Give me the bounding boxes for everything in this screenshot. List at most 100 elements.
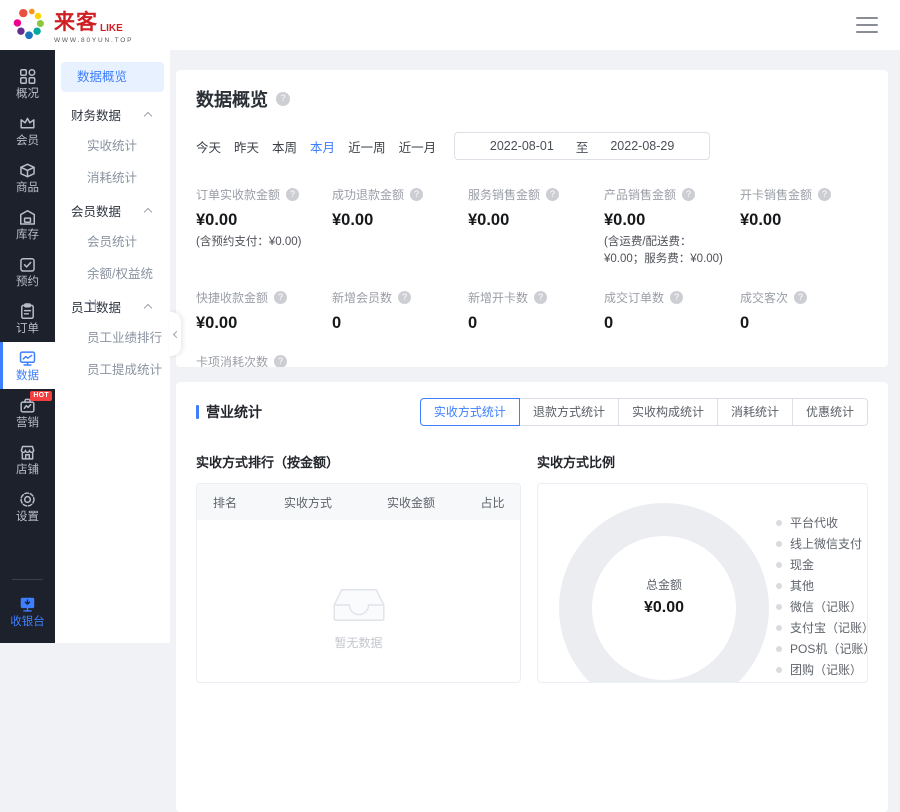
stat-value: ¥0.00 bbox=[196, 211, 324, 230]
section-title: 营业统计 bbox=[196, 402, 262, 422]
column-header-1: 实收方式 bbox=[259, 494, 357, 511]
donut-center-label: 总金额 ¥0.00 bbox=[604, 576, 724, 617]
legend-item-1[interactable]: 线上微信支付 bbox=[776, 533, 868, 554]
stat-product-sales: 产品销售金额¥0.00(含运费/配送费：¥0.00；服务费：¥0.00) bbox=[604, 186, 732, 269]
submenu-item-revenue-stats[interactable]: 实收统计 bbox=[61, 130, 164, 162]
legend-dot-icon bbox=[776, 541, 782, 547]
filter-yesterday[interactable]: 昨天 bbox=[234, 137, 259, 156]
submenu-item-staff-ranking[interactable]: 员工业绩排行 bbox=[61, 322, 164, 354]
legend-dot-icon bbox=[776, 625, 782, 631]
empty-state: 暂无数据 bbox=[332, 584, 386, 651]
page-title: 数据概览 bbox=[196, 86, 268, 112]
submenu-item-consumption-stats[interactable]: 消耗统计 bbox=[61, 162, 164, 194]
help-icon[interactable] bbox=[410, 188, 423, 201]
empty-text: 暂无数据 bbox=[334, 634, 382, 651]
stat-deal-customers: 成交客次0 bbox=[740, 289, 868, 333]
legend-item-7[interactable]: 团购（记账） bbox=[776, 659, 868, 680]
submenu-item-member-group[interactable]: 会员数据 bbox=[61, 194, 164, 226]
help-icon[interactable] bbox=[398, 291, 411, 304]
tab-refund-method[interactable]: 退款方式统计 bbox=[519, 398, 619, 426]
legend-item-0[interactable]: 平台代收 bbox=[776, 512, 868, 533]
sidebar-item-booking[interactable]: 预约 bbox=[0, 248, 55, 295]
sidebar-item-overview[interactable]: 概况 bbox=[0, 60, 55, 107]
overview-panel: 数据概览 今天昨天本周本月近一周近一月 2022-08-01 至 2022-08… bbox=[176, 70, 888, 367]
end-date[interactable]: 2022-08-29 bbox=[610, 139, 674, 153]
tab-discount[interactable]: 优惠统计 bbox=[792, 398, 868, 426]
chevron-up-icon bbox=[144, 207, 152, 215]
stat-new-cards: 新增开卡数0 bbox=[468, 289, 596, 333]
legend-dot-icon bbox=[776, 520, 782, 526]
sidebar-item-orders[interactable]: 订单 bbox=[0, 295, 55, 342]
help-icon[interactable] bbox=[818, 188, 831, 201]
help-icon[interactable] bbox=[286, 188, 299, 201]
filter-this-month[interactable]: 本月 bbox=[310, 137, 335, 156]
help-icon[interactable] bbox=[794, 291, 807, 304]
tab-revenue-composition[interactable]: 实收构成统计 bbox=[618, 398, 718, 426]
cashier-icon bbox=[18, 595, 37, 614]
column-header-2: 实收金额 bbox=[357, 494, 465, 511]
date-separator: 至 bbox=[576, 137, 589, 156]
help-icon[interactable] bbox=[276, 92, 290, 106]
filter-last-month[interactable]: 近一月 bbox=[399, 137, 437, 156]
legend-item-2[interactable]: 现金 bbox=[776, 554, 868, 575]
sidebar-item-members[interactable]: 会员 bbox=[0, 107, 55, 154]
column-header-0: 排名 bbox=[197, 494, 259, 511]
submenu-item-data-overview[interactable]: 数据概览 bbox=[61, 62, 164, 92]
stat-tabs: 实收方式统计退款方式统计实收构成统计消耗统计优惠统计 bbox=[420, 398, 868, 426]
submenu-item-staff-group[interactable]: 员工数据 bbox=[61, 290, 164, 322]
primary-sidebar-bottom: 收银台 bbox=[0, 575, 55, 643]
help-icon[interactable] bbox=[274, 291, 287, 304]
date-range-picker[interactable]: 2022-08-01 至 2022-08-29 bbox=[454, 132, 710, 160]
stat-value: 0 bbox=[740, 314, 868, 333]
filter-this-week[interactable]: 本周 bbox=[272, 137, 297, 156]
sidebar-item-settings[interactable]: 设置 bbox=[0, 483, 55, 530]
primary-sidebar-items: 概况会员商品库存预约订单数据营销HOT店铺设置 bbox=[0, 60, 55, 530]
sidebar-item-inventory[interactable]: 库存 bbox=[0, 201, 55, 248]
sidebar-item-goods[interactable]: 商品 bbox=[0, 154, 55, 201]
legend-dot-icon bbox=[776, 667, 782, 673]
tab-payment-method[interactable]: 实收方式统计 bbox=[420, 398, 520, 426]
help-icon[interactable] bbox=[274, 355, 287, 368]
filter-today[interactable]: 今天 bbox=[196, 137, 221, 156]
shop-store-icon bbox=[18, 443, 37, 462]
legend-dot-icon bbox=[776, 646, 782, 652]
submenu-item-balance-stats[interactable]: 余额/权益统计 bbox=[61, 258, 164, 290]
brand-name: 来客 bbox=[54, 6, 98, 36]
stat-value: 0 bbox=[332, 314, 460, 333]
chevron-left-icon bbox=[172, 330, 179, 337]
submenu-item-finance-group[interactable]: 财务数据 bbox=[61, 98, 164, 130]
sidebar-divider bbox=[12, 579, 43, 580]
stat-new-members: 新增会员数0 bbox=[332, 289, 460, 333]
stats-grid: 订单实收款金额¥0.00(含预约支付：¥0.00)成功退款金额¥0.00服务销售… bbox=[196, 186, 868, 367]
sidebar-item-marketing[interactable]: 营销HOT bbox=[0, 389, 55, 436]
primary-sidebar: 概况会员商品库存预约订单数据营销HOT店铺设置 收银台 bbox=[0, 50, 55, 643]
stat-value: ¥0.00 bbox=[604, 211, 732, 230]
settings-gear-icon bbox=[18, 490, 37, 509]
section-title-bar bbox=[196, 405, 199, 419]
stat-value: ¥0.00 bbox=[196, 314, 324, 333]
sidebar-item-data[interactable]: 数据 bbox=[0, 342, 55, 389]
secondary-sidebar: 数据概览财务数据实收统计消耗统计会员数据会员统计余额/权益统计员工数据员工业绩排… bbox=[55, 50, 170, 643]
legend-item-3[interactable]: 其他 bbox=[776, 575, 868, 596]
sidebar-item-cashier[interactable]: 收银台 bbox=[0, 588, 55, 635]
empty-inbox-icon bbox=[332, 584, 386, 626]
sidebar-collapse-handle[interactable] bbox=[169, 312, 181, 356]
sidebar-item-shop[interactable]: 店铺 bbox=[0, 436, 55, 483]
submenu-item-staff-commission[interactable]: 员工提成统计 bbox=[61, 354, 164, 386]
filter-last-week[interactable]: 近一周 bbox=[348, 137, 386, 156]
tab-consumption[interactable]: 消耗统计 bbox=[717, 398, 793, 426]
legend-item-4[interactable]: 微信（记账） bbox=[776, 596, 868, 617]
ranking-table-header: 排名实收方式实收金额占比 bbox=[197, 484, 520, 520]
start-date[interactable]: 2022-08-01 bbox=[490, 139, 554, 153]
help-icon[interactable] bbox=[534, 291, 547, 304]
ranking-table: 排名实收方式实收金额占比 暂无数据 bbox=[196, 483, 521, 683]
legend-item-6[interactable]: POS机（记账） bbox=[776, 638, 868, 659]
submenu-item-member-stats[interactable]: 会员统计 bbox=[61, 226, 164, 258]
legend-item-5[interactable]: 支付宝（记账） bbox=[776, 617, 868, 638]
help-icon[interactable] bbox=[682, 188, 695, 201]
legend-dot-icon bbox=[776, 583, 782, 589]
proportion-title: 实收方式比例 bbox=[537, 452, 868, 471]
menu-toggle-icon[interactable] bbox=[856, 17, 878, 33]
help-icon[interactable] bbox=[670, 291, 683, 304]
help-icon[interactable] bbox=[546, 188, 559, 201]
